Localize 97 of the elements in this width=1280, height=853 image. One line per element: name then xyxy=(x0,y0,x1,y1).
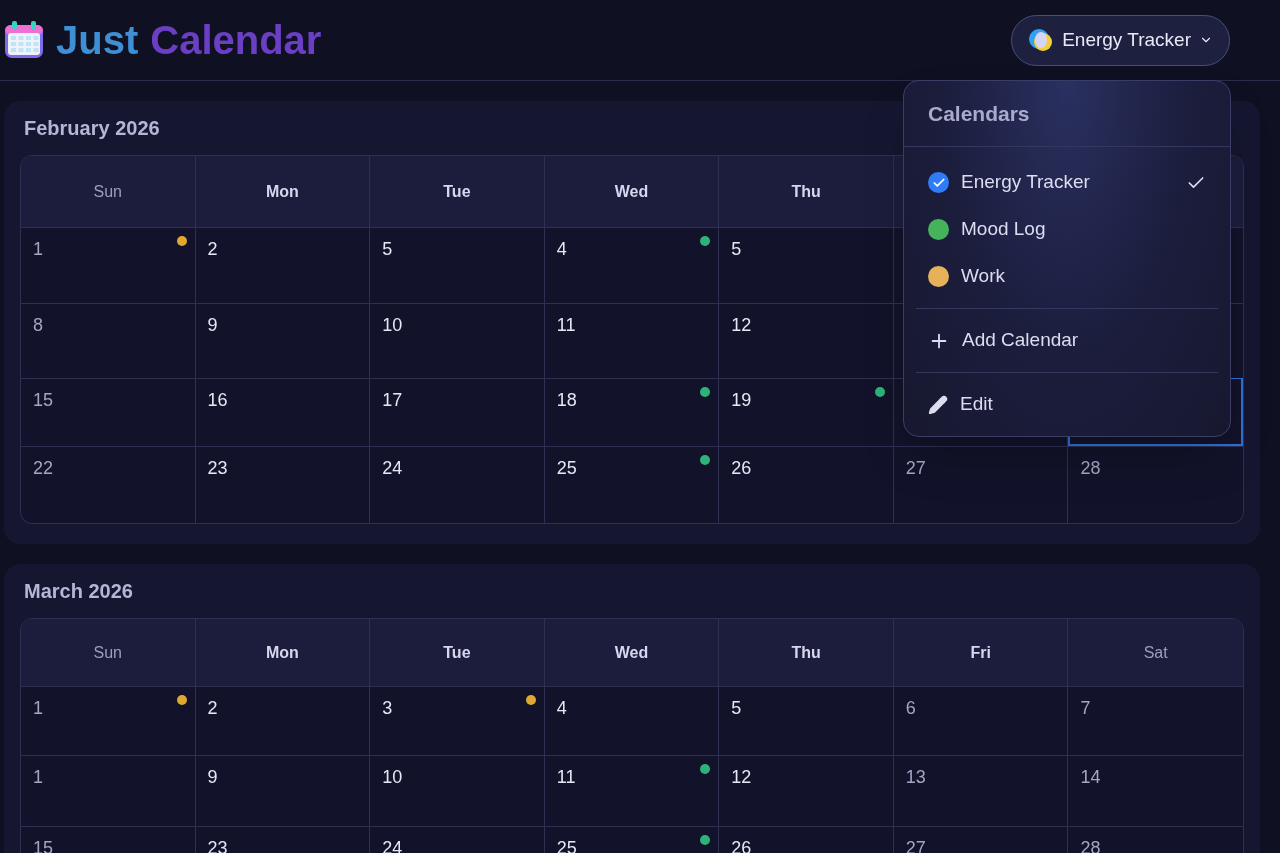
day-number: 2 xyxy=(207,239,218,259)
day-number: 3 xyxy=(382,698,393,718)
day-cell[interactable]: 28 xyxy=(1068,446,1243,523)
month-title: March 2026 xyxy=(24,579,133,604)
app-title: Just Calendar xyxy=(56,20,322,60)
day-cell[interactable]: 12 xyxy=(719,755,894,826)
day-cell[interactable]: 9 xyxy=(195,755,371,826)
day-cell[interactable]: 10 xyxy=(370,755,545,826)
day-number: 10 xyxy=(382,315,403,335)
day-number: 27 xyxy=(905,458,926,478)
weekday-header: Fri xyxy=(893,619,1069,686)
day-number: 5 xyxy=(731,239,742,259)
day-cell[interactable]: 11 xyxy=(544,303,720,378)
day-number: 5 xyxy=(731,698,742,718)
day-cell[interactable]: 1 xyxy=(21,755,196,826)
day-number: 17 xyxy=(382,390,403,410)
day-cell[interactable]: 10 xyxy=(370,303,545,378)
day-cell[interactable]: 1 xyxy=(21,227,196,303)
day-number: 23 xyxy=(207,458,228,478)
day-cell[interactable]: 18 xyxy=(544,378,720,446)
weekday-header: Wed xyxy=(544,156,720,227)
day-cell[interactable]: 2 xyxy=(195,686,371,755)
calendar-icon xyxy=(4,21,44,59)
day-cell[interactable]: 26 xyxy=(719,446,894,523)
day-number: 1 xyxy=(33,767,43,787)
weekday-header: Sun xyxy=(21,156,196,227)
day-cell[interactable]: 9 xyxy=(195,303,371,378)
day-number: 4 xyxy=(556,698,567,718)
calendar-option[interactable]: Work xyxy=(928,253,1206,300)
day-cell[interactable]: 4 xyxy=(544,227,720,303)
day-number: 19 xyxy=(731,390,752,410)
weekday-header: Mon xyxy=(195,619,371,686)
day-number: 22 xyxy=(33,458,54,478)
day-cell[interactable]: 3 xyxy=(370,686,545,755)
day-number: 25 xyxy=(556,458,577,478)
day-cell[interactable]: 6 xyxy=(893,686,1069,755)
day-number: 18 xyxy=(556,390,577,410)
day-cell[interactable]: 22 xyxy=(21,446,196,523)
day-number: 2 xyxy=(207,698,218,718)
pencil-icon xyxy=(928,394,948,415)
day-cell[interactable]: 17 xyxy=(370,378,545,446)
day-number: 16 xyxy=(207,390,228,410)
day-cell[interactable]: 7 xyxy=(1068,686,1243,755)
day-cell[interactable]: 24 xyxy=(370,446,545,523)
day-cell[interactable]: 1 xyxy=(21,686,196,755)
day-cell[interactable]: 5 xyxy=(719,686,894,755)
weekday-header: Sat xyxy=(1068,619,1243,686)
day-cell[interactable]: 12 xyxy=(719,303,894,378)
day-number: 28 xyxy=(1080,458,1101,478)
day-number: 13 xyxy=(905,767,926,787)
day-cell[interactable]: 19 xyxy=(719,378,894,446)
day-cell[interactable]: 23 xyxy=(195,446,371,523)
day-number: 7 xyxy=(1080,698,1091,718)
day-number: 12 xyxy=(731,315,752,335)
day-cell[interactable]: 13 xyxy=(893,755,1069,826)
dropdown-action[interactable]: Edit xyxy=(916,373,1218,436)
day-cell[interactable]: 27 xyxy=(893,446,1069,523)
weekday-header: Thu xyxy=(719,156,894,227)
day-cell[interactable]: 11 xyxy=(544,755,720,826)
day-cell[interactable]: 5 xyxy=(370,227,545,303)
weekday-header: Sun xyxy=(21,619,196,686)
day-number: 15 xyxy=(33,390,54,410)
day-number: 11 xyxy=(556,315,576,335)
weekday-header: Thu xyxy=(719,619,894,686)
day-number: 6 xyxy=(905,698,916,718)
day-number: 1 xyxy=(33,698,43,718)
day-number: 9 xyxy=(207,315,218,335)
day-number: 1 xyxy=(33,239,43,259)
weekday-header: Wed xyxy=(544,619,720,686)
day-number: 4 xyxy=(556,239,567,259)
day-cell[interactable]: 15 xyxy=(21,378,196,446)
day-number: 14 xyxy=(1080,767,1101,787)
dropdown-action[interactable]: Add Calendar xyxy=(916,309,1218,372)
day-cell[interactable]: 2 xyxy=(195,227,371,303)
calendar-option[interactable]: Energy Tracker xyxy=(928,159,1206,206)
day-cell[interactable]: 5 xyxy=(719,227,894,303)
day-number: 9 xyxy=(207,767,218,787)
day-cell[interactable]: 16 xyxy=(195,378,371,446)
month-title: February 2026 xyxy=(24,116,160,141)
day-number: 26 xyxy=(731,458,752,478)
dropdown-heading: Calendars xyxy=(928,100,1030,127)
weekday-header: Tue xyxy=(370,619,545,686)
weekday-header: Mon xyxy=(195,156,371,227)
day-number: 10 xyxy=(382,767,403,787)
day-cell[interactable]: 8 xyxy=(21,303,196,378)
day-number: 5 xyxy=(382,239,393,259)
day-number: 8 xyxy=(33,315,43,335)
app-logo-icon xyxy=(1028,27,1055,53)
calendar-picker-button[interactable]: Energy Tracker xyxy=(1011,14,1230,66)
day-cell[interactable]: 4 xyxy=(544,686,720,755)
day-cell[interactable]: 14 xyxy=(1068,755,1243,826)
weekday-header: Tue xyxy=(370,156,545,227)
day-cell[interactable]: 25 xyxy=(544,446,720,523)
day-number: 11 xyxy=(556,767,576,787)
calendar-option[interactable]: Mood Log xyxy=(928,206,1206,253)
day-number: 12 xyxy=(731,767,752,787)
day-number: 24 xyxy=(382,458,403,478)
